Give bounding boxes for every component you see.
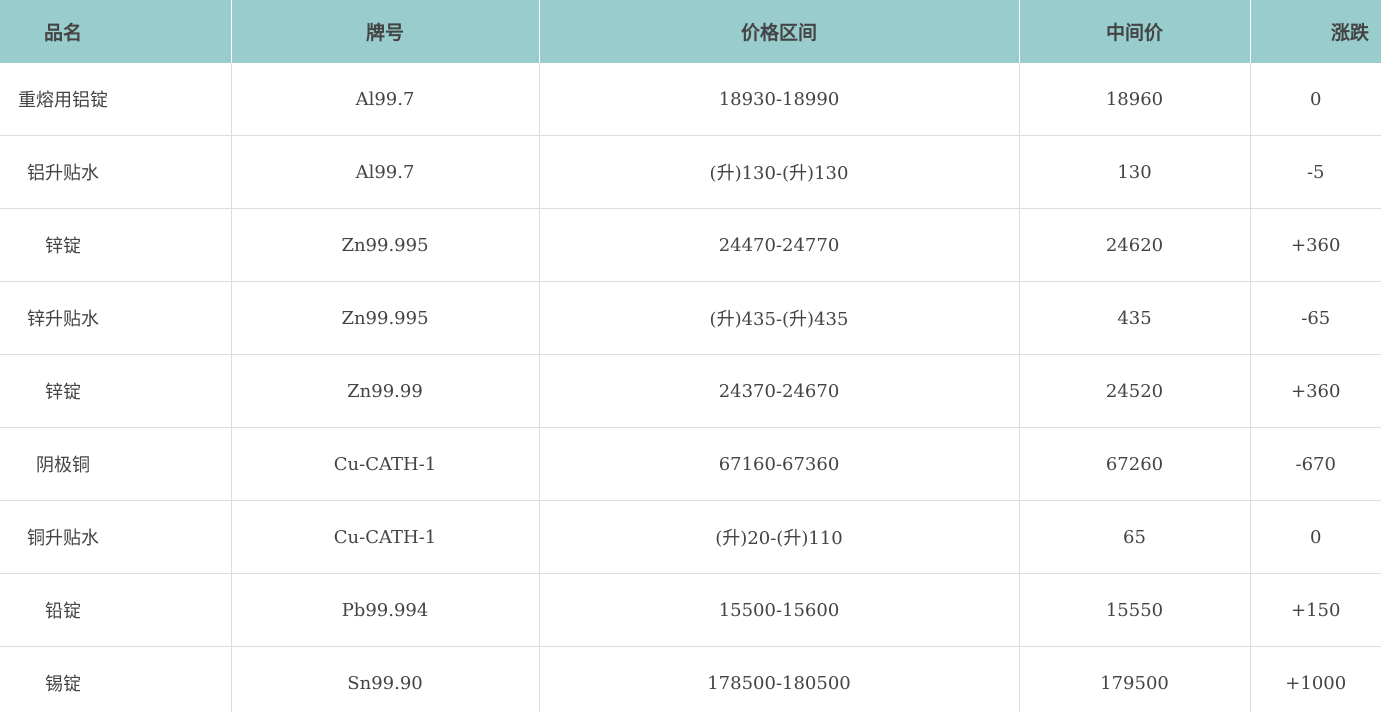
cell-name: 阴极铜 bbox=[0, 427, 232, 501]
table-body: 重熔用铝锭 Al99.7 18930-18990 18960 0 铝升贴水 Al99.7 (升… bbox=[0, 63, 1381, 712]
cell-name: 铜升贴水 bbox=[0, 500, 232, 574]
cell-price-range: 67160-67360 bbox=[539, 427, 1020, 501]
cell-name-text: 重熔用铝锭 bbox=[18, 90, 108, 111]
cell-grade: Zn99.995 bbox=[231, 281, 540, 355]
cell-grade: Cu-CATH-1 bbox=[231, 500, 540, 574]
cell-price-range: 24470-24770 bbox=[539, 208, 1020, 282]
cell-grade: Al99.7 bbox=[231, 135, 540, 209]
cell-name-text: 铅锭 bbox=[45, 601, 81, 622]
cell-mid-price: 24620 bbox=[1019, 208, 1251, 282]
cell-mid-price: 65 bbox=[1019, 500, 1251, 574]
table-row: 锡锭 Sn99.90 178500-180500 179500 +1000 bbox=[0, 646, 1381, 712]
cell-name-text: 锡锭 bbox=[45, 674, 81, 695]
cell-price-range: (升)435-(升)435 bbox=[539, 281, 1020, 355]
cell-change: +360 bbox=[1250, 354, 1381, 428]
cell-grade: Zn99.99 bbox=[231, 354, 540, 428]
cell-name: 锡锭 bbox=[0, 646, 232, 712]
cell-mid-price: 24520 bbox=[1019, 354, 1251, 428]
price-table: 品名 牌号 价格区间 中间价 涨跌 重熔用铝锭 Al99.7 18930-18990… bbox=[0, 0, 1381, 712]
cell-change: -65 bbox=[1250, 281, 1381, 355]
cell-name: 锌锭 bbox=[0, 354, 232, 428]
cell-price-range: (升)130-(升)130 bbox=[539, 135, 1020, 209]
table-row: 锌锭 Zn99.99 24370-24670 24520 +360 bbox=[0, 354, 1381, 428]
cell-name: 重熔用铝锭 bbox=[0, 63, 232, 136]
cell-change: -5 bbox=[1250, 135, 1381, 209]
cell-grade: Zn99.995 bbox=[231, 208, 540, 282]
table-row: 铅锭 Pb99.994 15500-15600 15550 +150 bbox=[0, 573, 1381, 647]
cell-mid-price: 18960 bbox=[1019, 63, 1251, 136]
table-row: 铝升贴水 Al99.7 (升)130-(升)130 130 -5 bbox=[0, 135, 1381, 209]
header-change: 涨跌 bbox=[1250, 0, 1381, 63]
cell-mid-price: 435 bbox=[1019, 281, 1251, 355]
cell-change-text: +1000 bbox=[1285, 672, 1347, 694]
cell-name: 铝升贴水 bbox=[0, 135, 232, 209]
cell-change-text: +150 bbox=[1291, 599, 1341, 621]
cell-grade: Cu-CATH-1 bbox=[231, 427, 540, 501]
cell-change-text: -65 bbox=[1301, 307, 1331, 329]
cell-grade: Sn99.90 bbox=[231, 646, 540, 712]
table-row: 锌锭 Zn99.995 24470-24770 24620 +360 bbox=[0, 208, 1381, 282]
cell-change: +1000 bbox=[1250, 646, 1381, 712]
table-row: 铜升贴水 Cu-CATH-1 (升)20-(升)110 65 0 bbox=[0, 500, 1381, 574]
cell-change: -670 bbox=[1250, 427, 1381, 501]
cell-change-text: +360 bbox=[1291, 234, 1341, 256]
cell-change: 0 bbox=[1250, 63, 1381, 136]
cell-name-text: 阴极铜 bbox=[36, 455, 90, 476]
cell-price-range: 178500-180500 bbox=[539, 646, 1020, 712]
header-row: 品名 牌号 价格区间 中间价 涨跌 bbox=[0, 0, 1381, 63]
table-row: 锌升贴水 Zn99.995 (升)435-(升)435 435 -65 bbox=[0, 281, 1381, 355]
cell-name-text: 锌锭 bbox=[45, 236, 81, 257]
cell-name-text: 铜升贴水 bbox=[27, 528, 99, 549]
header-mid-price: 中间价 bbox=[1019, 0, 1251, 63]
cell-name-text: 锌升贴水 bbox=[27, 309, 99, 330]
cell-grade: Pb99.994 bbox=[231, 573, 540, 647]
cell-name: 铅锭 bbox=[0, 573, 232, 647]
header-name: 品名 bbox=[0, 0, 232, 63]
cell-name: 锌升贴水 bbox=[0, 281, 232, 355]
cell-change: 0 bbox=[1250, 500, 1381, 574]
table-row: 重熔用铝锭 Al99.7 18930-18990 18960 0 bbox=[0, 63, 1381, 136]
table-header: 品名 牌号 价格区间 中间价 涨跌 bbox=[0, 0, 1381, 63]
cell-price-range: 24370-24670 bbox=[539, 354, 1020, 428]
cell-change: +360 bbox=[1250, 208, 1381, 282]
cell-name: 锌锭 bbox=[0, 208, 232, 282]
cell-name-text: 铝升贴水 bbox=[27, 163, 99, 184]
cell-mid-price: 15550 bbox=[1019, 573, 1251, 647]
header-price-range: 价格区间 bbox=[539, 0, 1020, 63]
cell-change: +150 bbox=[1250, 573, 1381, 647]
cell-mid-price: 67260 bbox=[1019, 427, 1251, 501]
table-row: 阴极铜 Cu-CATH-1 67160-67360 67260 -670 bbox=[0, 427, 1381, 501]
cell-price-range: (升)20-(升)110 bbox=[539, 500, 1020, 574]
cell-change-text: -670 bbox=[1295, 453, 1336, 475]
header-grade: 牌号 bbox=[231, 0, 540, 63]
cell-mid-price: 130 bbox=[1019, 135, 1251, 209]
cell-grade: Al99.7 bbox=[231, 63, 540, 136]
cell-mid-price: 179500 bbox=[1019, 646, 1251, 712]
cell-name-text: 锌锭 bbox=[45, 382, 81, 403]
cell-change-text: -5 bbox=[1306, 161, 1325, 183]
cell-change-text: 0 bbox=[1310, 526, 1322, 548]
cell-change-text: 0 bbox=[1310, 88, 1322, 110]
cell-price-range: 18930-18990 bbox=[539, 63, 1020, 136]
cell-change-text: +360 bbox=[1291, 380, 1341, 402]
cell-price-range: 15500-15600 bbox=[539, 573, 1020, 647]
